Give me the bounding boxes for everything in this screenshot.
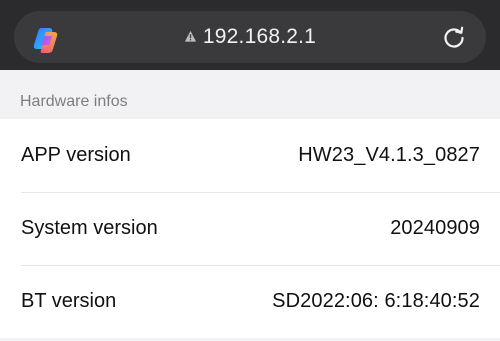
- reload-icon[interactable]: [440, 23, 468, 51]
- info-row-system-version: System version 20240909: [0, 192, 500, 265]
- row-label: System version: [21, 217, 158, 239]
- hardware-info-list: APP version HW23_V4.1.3_0827 System vers…: [0, 119, 500, 338]
- address-bar[interactable]: 192.168.2.1: [14, 11, 486, 63]
- info-row-bt-version: BT version SD2022:06: 6:18:40:52: [0, 265, 500, 338]
- url-text[interactable]: 192.168.2.1: [203, 25, 316, 49]
- row-value: 20240909: [390, 217, 480, 239]
- row-label: APP version: [21, 144, 131, 166]
- section-header: Hardware infos: [0, 70, 500, 119]
- section-title: Hardware infos: [20, 93, 128, 110]
- row-label: BT version: [21, 290, 117, 312]
- warning-triangle-icon: [184, 30, 196, 42]
- info-row-app-version: APP version HW23_V4.1.3_0827: [0, 119, 500, 192]
- browser-toolbar: 192.168.2.1: [0, 0, 500, 70]
- row-value: HW23_V4.1.3_0827: [298, 144, 480, 166]
- row-value: SD2022:06: 6:18:40:52: [272, 290, 480, 312]
